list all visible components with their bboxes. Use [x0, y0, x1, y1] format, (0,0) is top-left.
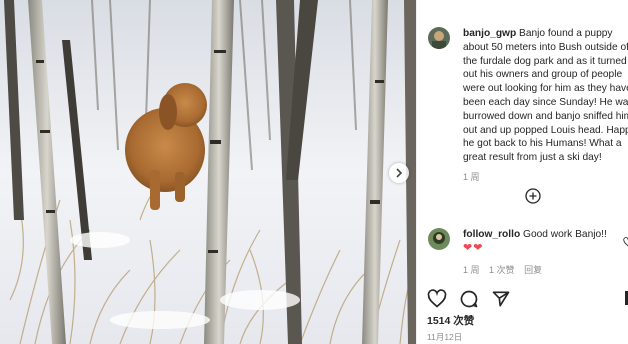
comment-text: Good work Banjo!!: [523, 229, 607, 240]
post-actions: [427, 289, 511, 309]
comment-button[interactable]: [459, 289, 479, 309]
author-avatar[interactable]: [428, 27, 450, 49]
post-media[interactable]: [0, 0, 416, 344]
caption-time[interactable]: 1 周: [463, 171, 628, 185]
author-username[interactable]: banjo_gwp: [463, 28, 516, 39]
comment-body: follow_rollo Good work Banjo!!: [463, 229, 607, 240]
next-media-button[interactable]: [389, 163, 409, 183]
caption-line: great result from just a ski day!: [463, 152, 602, 164]
plus-circle-icon: [525, 188, 541, 204]
commenter-avatar[interactable]: [428, 228, 450, 250]
caption-line: were out looking for him as they have: [463, 83, 628, 95]
post-side-panel: banjo_gwp Banjo found a puppy about 50 m…: [416, 0, 628, 344]
chevron-right-icon: [396, 168, 403, 178]
load-more-comments-button[interactable]: [525, 188, 541, 204]
caption-line: he got back to his Humans! What a: [463, 138, 622, 150]
caption-line: Banjo found a puppy: [519, 28, 613, 39]
avatar-image: [428, 27, 450, 49]
comment-emoji: ❤❤: [463, 242, 484, 254]
comment-time[interactable]: 1 周: [463, 265, 480, 275]
caption-line: been each day since Sunday! He was: [463, 96, 628, 108]
comment-like-button[interactable]: [623, 234, 628, 247]
caption-line: out his owners and group of people: [463, 69, 623, 81]
like-count[interactable]: 1514 次赞: [427, 313, 474, 328]
speech-bubble-icon: [460, 290, 478, 308]
post-date[interactable]: 11月12日: [427, 331, 462, 343]
heart-outline-icon: [427, 289, 447, 308]
share-button[interactable]: [491, 289, 511, 309]
heart-outline-icon: [623, 237, 628, 247]
like-button[interactable]: [427, 289, 447, 309]
comment-meta: 1 周 1 次赞 回复: [463, 263, 549, 276]
caption-line: out and up popped Louis head. Happy: [463, 124, 628, 136]
commenter-username[interactable]: follow_rollo: [463, 229, 520, 240]
snowy-forest-dog-image: [0, 0, 416, 344]
caption-line: about 50 meters into Bush outside of: [463, 41, 628, 53]
comment-likes[interactable]: 1 次赞: [489, 265, 515, 275]
reply-button[interactable]: 回复: [524, 265, 542, 275]
paper-plane-icon: [492, 291, 510, 307]
caption-line: burrowed down and banjo sniffed him: [463, 110, 628, 122]
avatar-image: [428, 228, 450, 250]
caption-line: the furdale dog park and as it turned: [463, 55, 627, 67]
post-caption: banjo_gwp Banjo found a puppy about 50 m…: [463, 27, 628, 185]
